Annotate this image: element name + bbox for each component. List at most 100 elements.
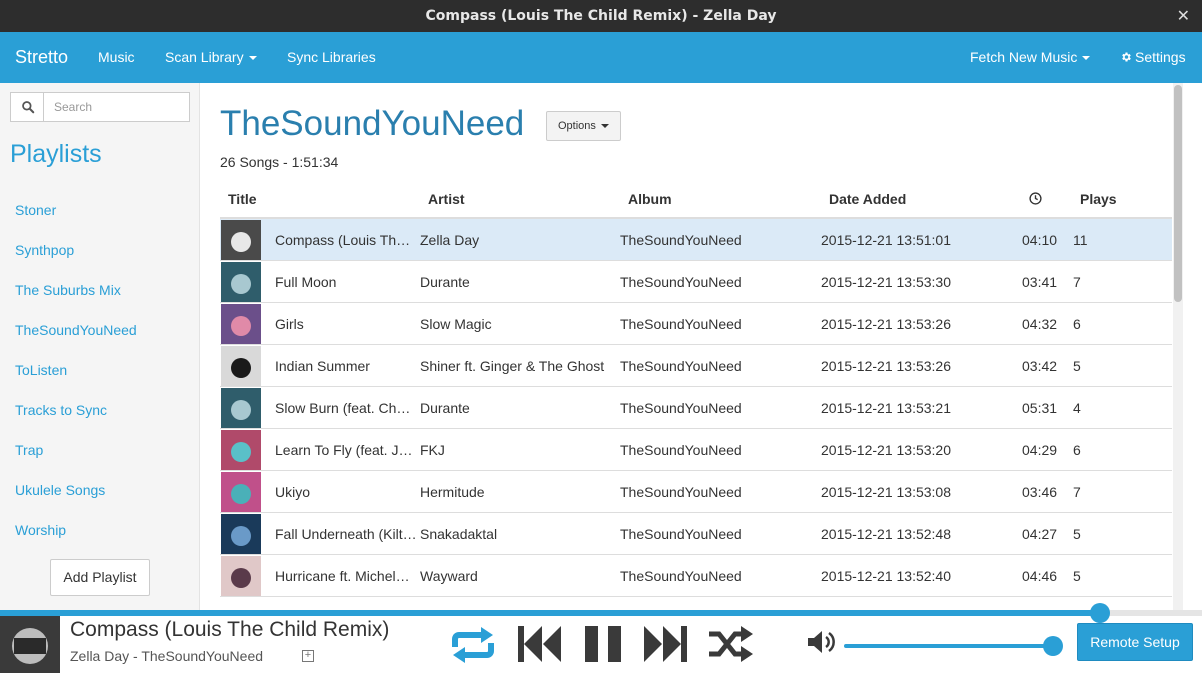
playlist-item[interactable]: ToListen bbox=[15, 350, 137, 390]
search-icon bbox=[22, 101, 35, 114]
cell-artist: Shiner ft. Ginger & The Ghost bbox=[420, 358, 605, 374]
search-button[interactable] bbox=[11, 93, 44, 121]
album-thumbnail bbox=[221, 388, 261, 428]
cell-album: TheSoundYouNeed bbox=[620, 274, 742, 290]
cell-duration: 03:42 bbox=[1022, 358, 1058, 374]
cell-date-added: 2015-12-21 13:53:26 bbox=[821, 316, 951, 332]
playlist-item[interactable]: Trap bbox=[15, 430, 137, 470]
column-title[interactable]: Title bbox=[228, 191, 257, 207]
playlist-item[interactable]: Synthpop bbox=[15, 230, 137, 270]
song-count: 26 Songs - 1:51:34 bbox=[220, 154, 339, 170]
cell-duration: 04:46 bbox=[1022, 568, 1058, 584]
album-thumbnail bbox=[221, 262, 261, 302]
cell-album: TheSoundYouNeed bbox=[620, 484, 742, 500]
cell-title: Compass (Louis The Child Remix) bbox=[275, 232, 417, 248]
table-row[interactable]: Full Moon Durante TheSoundYouNeed 2015-12-2… bbox=[220, 261, 1172, 303]
clock-icon bbox=[1029, 192, 1042, 205]
volume-slider-knob[interactable] bbox=[1043, 636, 1063, 656]
previous-icon[interactable] bbox=[518, 624, 562, 664]
nav-fetch-new-music[interactable]: Fetch New Music bbox=[970, 32, 1091, 82]
nav-music[interactable]: Music bbox=[98, 32, 135, 82]
page-title: TheSoundYouNeed bbox=[220, 104, 525, 143]
column-album[interactable]: Album bbox=[628, 191, 672, 207]
volume-slider-track[interactable] bbox=[844, 644, 1054, 648]
pause-icon[interactable] bbox=[585, 626, 621, 662]
cell-artist: Wayward bbox=[420, 568, 478, 584]
cell-title: Fall Underneath (Kilter Remix) bbox=[275, 526, 417, 542]
album-thumbnail bbox=[221, 472, 261, 512]
cell-title: Ukiyo bbox=[275, 484, 311, 500]
scrollbar-thumb[interactable] bbox=[1174, 85, 1182, 302]
cell-artist: Snakadaktal bbox=[420, 526, 498, 542]
table-row[interactable]: Ukiyo Hermitude TheSoundYouNeed 2015-12-21 … bbox=[220, 471, 1172, 513]
column-plays[interactable]: Plays bbox=[1080, 191, 1117, 207]
nav-settings[interactable]: Settings bbox=[1120, 32, 1186, 82]
table-row[interactable]: Fall Underneath (Kilter Remix)Snakadakta… bbox=[220, 513, 1172, 555]
shuffle-icon[interactable] bbox=[709, 626, 753, 662]
playlist-item[interactable]: Ukulele Songs bbox=[15, 470, 137, 510]
cell-title: Slow Burn (feat. Chunky) bbox=[275, 400, 417, 416]
cell-title: Girls bbox=[275, 316, 304, 332]
table-row[interactable]: Girls Slow Magic TheSoundYouNeed 2015-12-21… bbox=[220, 303, 1172, 345]
now-playing-subtitle: Zella Day - TheSoundYouNeed bbox=[70, 648, 264, 664]
add-to-playlist-icon[interactable]: + bbox=[302, 650, 314, 662]
cell-title: Full Moon bbox=[275, 274, 337, 290]
cell-album: TheSoundYouNeed bbox=[620, 358, 742, 374]
main-content: TheSoundYouNeed Options 26 Songs - 1:51:… bbox=[201, 83, 1202, 610]
cell-plays: 6 bbox=[1073, 442, 1081, 458]
cell-album: TheSoundYouNeed bbox=[620, 568, 742, 584]
cell-plays: 6 bbox=[1073, 316, 1081, 332]
brand-link[interactable]: Stretto bbox=[15, 32, 68, 82]
scrollbar[interactable] bbox=[1173, 83, 1183, 610]
repeat-icon[interactable] bbox=[449, 627, 497, 663]
album-thumbnail bbox=[221, 514, 261, 554]
search-input[interactable] bbox=[45, 93, 189, 121]
playlist-item[interactable]: The Suburbs Mix bbox=[15, 270, 137, 310]
player-bar: Compass (Louis The Child Remix) Zella Da… bbox=[0, 603, 1202, 673]
album-thumbnail bbox=[221, 346, 261, 386]
window-titlebar: Compass (Louis The Child Remix) - Zella … bbox=[0, 0, 1202, 32]
cell-plays: 5 bbox=[1073, 358, 1081, 374]
cell-artist: Hermitude bbox=[420, 484, 485, 500]
playlist-item[interactable]: Worship bbox=[15, 510, 137, 550]
cell-plays: 4 bbox=[1073, 400, 1081, 416]
song-table: Compass (Louis The Child Remix)Zella Day… bbox=[220, 219, 1172, 597]
playlist-item[interactable]: Stoner bbox=[15, 190, 137, 230]
cell-album: TheSoundYouNeed bbox=[620, 526, 742, 542]
progress-knob[interactable] bbox=[1090, 603, 1110, 623]
column-date-added[interactable]: Date Added bbox=[829, 191, 906, 207]
remote-setup-button[interactable]: Remote Setup bbox=[1077, 623, 1193, 661]
column-duration[interactable] bbox=[1029, 192, 1042, 208]
playlist-item[interactable]: Tracks to Sync bbox=[15, 390, 137, 430]
table-row[interactable]: Learn To Fly (feat. Jordan)FKJ TheSoundYo… bbox=[220, 429, 1172, 471]
options-label: Options bbox=[558, 120, 596, 132]
table-row[interactable]: Indian Summer Shiner ft. Ginger & The Gho… bbox=[220, 345, 1172, 387]
nav-sync-libraries[interactable]: Sync Libraries bbox=[287, 32, 376, 82]
cell-date-added: 2015-12-21 13:53:20 bbox=[821, 442, 951, 458]
cell-duration: 04:29 bbox=[1022, 442, 1058, 458]
cell-plays: 7 bbox=[1073, 274, 1081, 290]
table-row[interactable]: Slow Burn (feat. Chunky) Durante TheSoundY… bbox=[220, 387, 1172, 429]
next-icon[interactable] bbox=[643, 624, 687, 664]
cell-album: TheSoundYouNeed bbox=[620, 232, 742, 248]
search-box bbox=[10, 92, 190, 122]
table-row[interactable]: Compass (Louis The Child Remix)Zella Day… bbox=[220, 219, 1172, 261]
cell-album: TheSoundYouNeed bbox=[620, 400, 742, 416]
album-art bbox=[0, 616, 60, 673]
navbar: Stretto Music Scan Library Sync Librarie… bbox=[0, 32, 1202, 83]
column-artist[interactable]: Artist bbox=[428, 191, 465, 207]
add-playlist-button[interactable]: Add Playlist bbox=[50, 559, 150, 596]
cell-artist: Slow Magic bbox=[420, 316, 492, 332]
cell-artist: FKJ bbox=[420, 442, 445, 458]
nav-scan-library[interactable]: Scan Library bbox=[165, 32, 257, 82]
volume-icon[interactable] bbox=[808, 630, 836, 654]
progress-bar[interactable] bbox=[0, 603, 1202, 623]
table-row[interactable]: Hurricane ft. Michele MiramontesWayward T… bbox=[220, 555, 1172, 597]
cell-album: TheSoundYouNeed bbox=[620, 316, 742, 332]
playlist-list: Stoner Synthpop The Suburbs Mix TheSound… bbox=[15, 190, 137, 550]
playlist-item[interactable]: TheSoundYouNeed bbox=[15, 310, 137, 350]
nav-fetch-new-music-label: Fetch New Music bbox=[970, 49, 1078, 65]
album-thumbnail bbox=[221, 220, 261, 260]
close-icon[interactable]: ✕ bbox=[1177, 0, 1190, 32]
options-button[interactable]: Options bbox=[546, 111, 621, 141]
